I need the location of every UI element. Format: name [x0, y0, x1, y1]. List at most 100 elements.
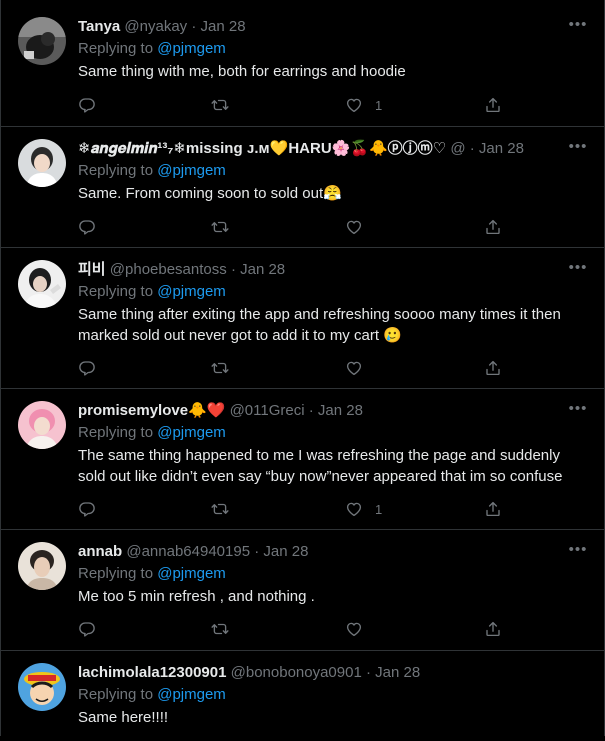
display-name[interactable]: Tanya [78, 18, 120, 35]
replying-to-line: Replying to @pjmgem [78, 423, 590, 443]
replying-to-link[interactable]: @pjmgem [157, 565, 226, 582]
separator-dot: · [191, 18, 197, 35]
tweet-item[interactable]: 피비 @phoebesantoss · Jan 28 ••• Replying … [1, 248, 604, 389]
display-name[interactable]: annab [78, 543, 122, 560]
more-horizontal-icon[interactable]: ••• [566, 260, 590, 278]
display-name[interactable]: ❄𝒂𝒏𝒈𝒆𝒍𝒎𝒊𝒏¹³₇❄missing ᴊ.ᴍ💛HARU🌸🍒🐥ⓟⓙⓜ♡ [78, 140, 446, 157]
replying-to-label: Replying to [78, 40, 154, 57]
tweet-header: annab @annab64940195 · Jan 28 ••• [78, 542, 590, 562]
replying-to-label: Replying to [78, 565, 154, 582]
user-handle[interactable]: @bonobonoya0901 [231, 664, 362, 681]
tweet-item[interactable]: Tanya @nyakay · Jan 28 ••• Replying to @… [1, 5, 604, 127]
replying-to-line: Replying to @pjmgem [78, 685, 590, 705]
reply-button[interactable] [78, 499, 96, 519]
like-count: 1 [375, 97, 383, 113]
heart-icon [345, 500, 363, 518]
reply-button[interactable] [78, 619, 96, 639]
more-horizontal-icon[interactable]: ••• [566, 17, 590, 35]
heart-icon [345, 218, 363, 236]
retweet-button[interactable] [211, 358, 229, 378]
tweet-item[interactable]: ❄𝒂𝒏𝒈𝒆𝒍𝒎𝒊𝒏¹³₇❄missing ᴊ.ᴍ💛HARU🌸🍒🐥ⓟⓙⓜ♡ @ ·… [1, 127, 604, 248]
user-handle[interactable]: @annab64940195 [126, 543, 250, 560]
tweet-header: 피비 @phoebesantoss · Jan 28 ••• [78, 260, 590, 280]
tweet-item[interactable]: promisemylove🐥❤️ @011Greci · Jan 28 ••• … [1, 389, 604, 530]
retweet-icon [211, 500, 229, 518]
replying-to-link[interactable]: @pjmgem [157, 40, 226, 57]
avatar[interactable] [18, 260, 66, 308]
retweet-button[interactable] [211, 95, 229, 115]
avatar[interactable] [18, 17, 66, 65]
share-icon [484, 620, 502, 638]
avatar[interactable] [18, 139, 66, 187]
replying-to-line: Replying to @pjmgem [78, 564, 590, 584]
tweet-header: ❄𝒂𝒏𝒈𝒆𝒍𝒎𝒊𝒏¹³₇❄missing ᴊ.ᴍ💛HARU🌸🍒🐥ⓟⓙⓜ♡ @ ·… [78, 139, 590, 159]
like-button[interactable]: 1 [345, 499, 382, 519]
timestamp[interactable]: Jan 28 [318, 402, 363, 419]
timestamp[interactable]: Jan 28 [375, 664, 420, 681]
user-handle[interactable]: @ [450, 140, 465, 157]
share-button[interactable] [484, 95, 502, 115]
retweet-icon [211, 620, 229, 638]
replying-to-label: Replying to [78, 686, 154, 703]
timestamp[interactable]: Jan 28 [201, 18, 246, 35]
user-handle[interactable]: @nyakay [124, 18, 187, 35]
display-name[interactable]: lachimolala12300901 [78, 664, 226, 681]
share-button[interactable] [484, 499, 502, 519]
retweet-button[interactable] [211, 619, 229, 639]
retweet-button[interactable] [211, 499, 229, 519]
tweet-header: Tanya @nyakay · Jan 28 ••• [78, 17, 590, 37]
avatar[interactable] [18, 401, 66, 449]
tweet-item[interactable]: annab @annab64940195 · Jan 28 ••• Replyi… [1, 530, 604, 651]
like-button[interactable] [345, 358, 375, 378]
user-handle[interactable]: @011Greci [230, 402, 305, 419]
retweet-button[interactable] [211, 217, 229, 237]
retweet-icon [211, 96, 229, 114]
like-button[interactable] [345, 217, 375, 237]
share-button[interactable] [484, 619, 502, 639]
tweet-text: Same thing after exiting the app and ref… [78, 306, 561, 344]
separator-dot: · [308, 402, 314, 419]
timestamp[interactable]: Jan 28 [479, 140, 524, 157]
reply-button[interactable] [78, 358, 96, 378]
replying-to-link[interactable]: @pjmgem [157, 424, 226, 441]
share-button[interactable] [484, 358, 502, 378]
avatar[interactable] [18, 542, 66, 590]
tweet-item[interactable]: lachimolala12300901 @bonobonoya0901 · Ja… [1, 651, 604, 741]
reply-feed: Tanya @nyakay · Jan 28 ••• Replying to @… [0, 0, 605, 736]
tweet-actions: 1 [78, 499, 508, 519]
tweet-text: The same thing happened to me I was refr… [78, 447, 563, 485]
tweet-header: promisemylove🐥❤️ @011Greci · Jan 28 ••• [78, 401, 590, 421]
share-button[interactable] [484, 217, 502, 237]
display-name[interactable]: 피비 [78, 261, 106, 278]
like-button[interactable]: 1 [345, 95, 382, 115]
replying-to-link[interactable]: @pjmgem [157, 686, 226, 703]
replying-to-link[interactable]: @pjmgem [157, 162, 226, 179]
timestamp[interactable]: Jan 28 [263, 543, 308, 560]
separator-dot: · [230, 261, 236, 278]
reply-icon [78, 620, 96, 638]
display-name[interactable]: promisemylove🐥❤️ [78, 402, 225, 419]
like-button[interactable] [345, 619, 375, 639]
replying-to-line: Replying to @pjmgem [78, 161, 590, 181]
more-horizontal-icon[interactable]: ••• [566, 401, 590, 419]
replying-to-line: Replying to @pjmgem [78, 282, 590, 302]
reply-icon [78, 96, 96, 114]
tweet-actions [78, 217, 508, 237]
replying-to-link[interactable]: @pjmgem [157, 283, 226, 300]
retweet-icon [211, 359, 229, 377]
tweet-actions [78, 619, 508, 639]
reply-button[interactable] [78, 217, 96, 237]
avatar[interactable] [18, 663, 66, 711]
replying-to-label: Replying to [78, 162, 154, 179]
tweet-text: Same thing with me, both for earrings an… [78, 63, 406, 80]
separator-dot: · [365, 664, 371, 681]
heart-icon [345, 620, 363, 638]
reply-button[interactable] [78, 95, 96, 115]
tweet-actions [78, 358, 508, 378]
heart-icon [345, 96, 363, 114]
more-horizontal-icon[interactable]: ••• [566, 542, 590, 560]
more-horizontal-icon[interactable]: ••• [566, 139, 590, 157]
reply-icon [78, 359, 96, 377]
user-handle[interactable]: @phoebesantoss [110, 261, 227, 278]
timestamp[interactable]: Jan 28 [240, 261, 285, 278]
